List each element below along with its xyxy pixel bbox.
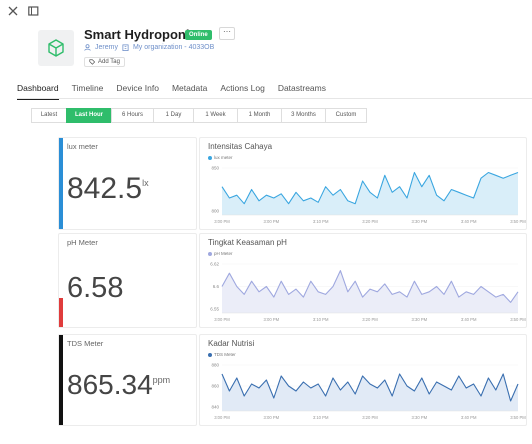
x-tick-label: 3:50 PM (510, 415, 526, 420)
lux-value: 842.5 (67, 172, 143, 205)
y-tick-label: 6.55 (210, 307, 219, 312)
range-latest[interactable]: Latest (31, 108, 67, 123)
x-tick-label: 3:30 PM (412, 317, 428, 322)
time-range-selector: Latest Last Hour 6 Hours 1 Day 1 Week 1 … (31, 108, 367, 123)
owner-link[interactable]: Jeremy (95, 44, 118, 51)
nutrient-chart-widget[interactable]: Kadar Nutrisi TDS Meter 880 860 840 3:00 PM… (199, 334, 527, 426)
series-area (222, 270, 518, 313)
x-tick-label: 3:50 PM (510, 317, 526, 322)
x-tick-label: 3:00 PM (214, 317, 230, 322)
x-tick-label: 3:40 PM (461, 317, 477, 322)
x-tick-label: 3:40 PM (461, 219, 477, 224)
x-tick-label: 3:00 PM (214, 219, 230, 224)
x-tick-label: 3:10 PM (313, 219, 329, 224)
expand-icon[interactable] (26, 4, 40, 18)
range-last-hour[interactable]: Last Hour (66, 108, 112, 123)
add-tag-label: Add Tag (98, 59, 120, 65)
ph-widget-title: pH Meter (67, 238, 98, 247)
lux-meter-widget[interactable]: lux meter 842.5lx (58, 137, 197, 230)
range-3-months[interactable]: 3 Months (281, 108, 326, 123)
device-cube-icon (38, 30, 74, 66)
tag-icon (89, 59, 95, 65)
window-controls (6, 4, 40, 18)
tds-accent-bar (59, 335, 63, 425)
x-tick-label: 3:30 PM (412, 415, 428, 420)
more-options-button[interactable]: ⋯ (219, 27, 235, 40)
tds-widget-title: TDS Meter (67, 339, 104, 348)
range-1-day[interactable]: 1 Day (153, 108, 194, 123)
y-tick-label: 840 (211, 405, 219, 410)
x-tick-label: 3:20 PM (362, 317, 378, 322)
ph-meter-widget[interactable]: pH Meter 6.58 (58, 233, 197, 328)
tds-value-display: 865.34ppm (67, 369, 170, 401)
tds-unit: ppm (152, 375, 171, 385)
ph-accent-bar (59, 298, 63, 327)
y-tick-label: 6.6 (213, 284, 220, 289)
y-tick-label: 850 (211, 166, 219, 171)
x-tick-label: 3:20 PM (362, 219, 378, 224)
lux-accent-bar (59, 138, 63, 229)
tab-divider (17, 98, 532, 99)
user-icon (84, 44, 91, 51)
x-tick-label: 3:10 PM (313, 415, 329, 420)
x-tick-label: 3:00 PM (264, 415, 280, 420)
building-icon (122, 44, 129, 51)
tds-meter-widget[interactable]: TDS Meter 865.34ppm (58, 334, 197, 426)
lux-value-display: 842.5lx (67, 172, 149, 206)
x-tick-label: 3:10 PM (313, 317, 329, 322)
range-1-month[interactable]: 1 Month (237, 108, 282, 123)
ph-chart: 6.62 6.6 6.55 3:00 PM 3:00 PM 3:10 PM 3:20 PM 3… (210, 262, 526, 323)
y-tick-label: 800 (211, 209, 219, 214)
y-tick-label: 860 (211, 384, 219, 389)
ph-value-display: 6.58 (67, 272, 123, 305)
series-area (222, 172, 518, 215)
organization-link[interactable]: My organization - 4033OB (133, 44, 214, 51)
nutrient-chart: 880 860 840 3:00 PM 3:00 PM 3:10 PM 3:20 PM 3:3… (211, 363, 526, 421)
x-tick-label: 3:40 PM (461, 415, 477, 420)
add-tag-button[interactable]: Add Tag (84, 57, 125, 67)
x-tick-label: 3:00 PM (214, 415, 230, 420)
lux-widget-title: lux meter (67, 142, 98, 151)
x-tick-label: 3:00 PM (264, 219, 280, 224)
x-tick-label: 3:00 PM (264, 317, 280, 322)
range-6-hours[interactable]: 6 Hours (111, 108, 154, 123)
close-icon[interactable] (6, 4, 20, 18)
light-intensity-chart: 850 800 3:00 PM 3:00 PM 3:10 PM 3:20 PM 3:30 P… (211, 166, 526, 225)
y-tick-label: 6.62 (210, 262, 219, 267)
x-tick-label: 3:20 PM (362, 415, 378, 420)
ph-chart-widget[interactable]: Tingkat Keasaman pH pH Meter 6.62 6.6 6.55… (199, 233, 527, 328)
device-title: Smart Hydroponic (84, 27, 197, 42)
device-owner-row: Jeremy My organization - 4033OB (84, 44, 214, 51)
y-tick-label: 880 (211, 363, 219, 368)
ph-value: 6.58 (67, 272, 124, 304)
x-tick-label: 3:50 PM (510, 219, 526, 224)
tds-value: 865.34 (67, 369, 153, 400)
status-badge: Online (185, 30, 212, 40)
x-tick-label: 3:30 PM (412, 219, 428, 224)
range-custom[interactable]: Custom (325, 108, 367, 123)
range-1-week[interactable]: 1 Week (193, 108, 238, 123)
light-intensity-chart-widget[interactable]: Intensitas Cahaya lux meter 850 800 3:00 P… (199, 137, 527, 230)
lux-unit: lx (142, 178, 149, 188)
